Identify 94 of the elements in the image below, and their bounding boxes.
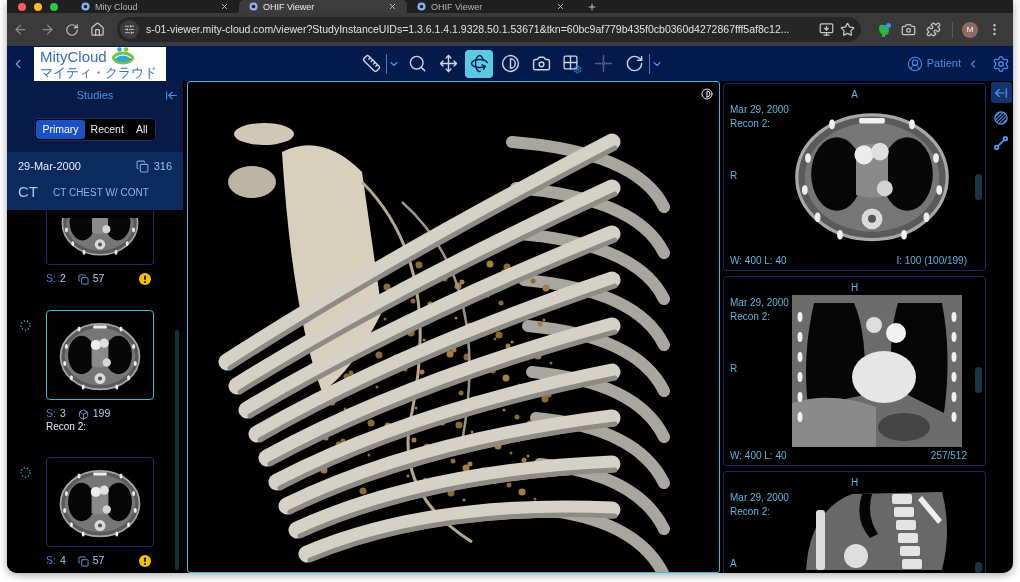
filter-tab[interactable]: Recent: [84, 120, 130, 139]
window-level-overlay: W: 400 L: 40: [730, 255, 787, 267]
study-date-overlay: Mar 29, 2000: [730, 297, 789, 309]
scrollbar[interactable]: [975, 562, 982, 573]
hatched-circle-icon: [994, 110, 1008, 125]
study-date-overlay: Mar 29, 2000: [730, 104, 789, 116]
viewport[interactable]: [187, 81, 720, 573]
series-description-overlay: Recon 2:: [730, 506, 771, 518]
scrollbar[interactable]: [975, 367, 982, 393]
series-thumbnail[interactable]: [46, 310, 154, 400]
contrast-icon[interactable]: [701, 88, 713, 100]
close-window-icon[interactable]: [18, 2, 26, 11]
instances-icon: [135, 159, 149, 173]
profile-avatar[interactable]: M: [962, 21, 978, 38]
series-thumbnail[interactable]: [46, 210, 154, 265]
series-thumbnail[interactable]: [46, 457, 154, 547]
forward-icon[interactable]: [40, 22, 55, 37]
minimize-window-icon[interactable]: [34, 2, 42, 11]
series-description-overlay: Recon 2:: [730, 118, 771, 130]
address-bar[interactable]: s-01-viewer.mity-cloud.com/viewer?StudyInstanceUIDs=1.3.6.1.4.1.9328.50.1.53671&tkn=60bc9af779b435f0cb0360d4272867fff5af8c12...: [117, 17, 861, 42]
logo-text: MityCloud: [40, 47, 107, 65]
series-number: 3: [59, 406, 66, 422]
orientation-marker: H: [850, 477, 859, 489]
favicon-icon: [249, 2, 258, 11]
study-date-overlay: Mar 29, 2000: [730, 492, 789, 504]
orientation-marker: R: [730, 363, 738, 375]
instance-count: 316: [153, 158, 172, 174]
install-app-icon[interactable]: [819, 22, 834, 37]
url-text: s-01-viewer.mity-cloud.com/viewer?StudyInstanceUIDs=1.3.6.1.4.1.9328.50.1.53671&tkn=60bc9af779b435f0cb0360d4272867fff5af8c12...: [146, 21, 790, 37]
study-date: 29-Mar-2000: [18, 158, 81, 174]
user-icon: [906, 55, 923, 72]
back-icon[interactable]: [13, 22, 28, 37]
study-card[interactable]: 29-Mar-2000 316 CT CT CHEST W/ CONT: [7, 152, 183, 210]
logo-tagline: マイティ・クラウド: [40, 65, 158, 80]
close-tab-icon[interactable]: [388, 2, 397, 11]
rotate-3d-icon: [469, 54, 489, 73]
series-number: 4: [59, 553, 66, 569]
image-count: 57: [92, 553, 105, 569]
panel-title: Studies: [76, 87, 114, 103]
site-settings-icon[interactable]: [120, 20, 139, 39]
image-count: 199: [92, 406, 111, 422]
crosshair-icon: [593, 54, 613, 73]
series-number: 2: [59, 271, 66, 287]
arrow-left-to-bar-icon[interactable]: [165, 88, 178, 102]
logo-swirl-icon: [110, 47, 135, 65]
scrollbar[interactable]: [975, 174, 982, 200]
image-count: 57: [92, 271, 105, 287]
camera-icon[interactable]: [901, 22, 916, 37]
reload-icon[interactable]: [65, 22, 79, 37]
scrollbar[interactable]: [175, 330, 179, 570]
orientation-marker: A: [851, 89, 858, 101]
browser-tab[interactable]: Mity Cloud: [71, 0, 239, 13]
orientation-marker: H: [850, 282, 859, 294]
study-description: CT CHEST W/ CONT: [53, 185, 149, 200]
viewport[interactable]: Mar 29, 2000 Recon 2: H A: [723, 471, 986, 573]
settings-icon[interactable]: [992, 54, 1010, 73]
puzzle-icon[interactable]: [926, 22, 941, 37]
window-level-overlay: W: 400 L: 40: [730, 450, 787, 462]
logo[interactable]: MityCloud マイティ・クラウド: [34, 46, 166, 81]
line-tool-icon: [994, 135, 1008, 150]
filter-tab[interactable]: Primary: [36, 120, 85, 139]
filter-tab[interactable]: All: [129, 120, 154, 139]
patient-button[interactable]: Patient: [906, 55, 979, 72]
new-tab-icon[interactable]: [587, 1, 597, 12]
close-tab-icon[interactable]: [220, 2, 229, 11]
panel-toggle-button[interactable]: [990, 82, 1012, 103]
close-tab-icon[interactable]: [556, 2, 565, 11]
rotate-icon: [624, 54, 644, 73]
bookmark-star-icon[interactable]: [840, 22, 855, 37]
rotate-3d-button[interactable]: [465, 49, 493, 78]
series-label: S:: [46, 271, 56, 287]
camera-icon: [531, 54, 551, 73]
maximize-window-icon[interactable]: [50, 2, 58, 11]
series-label: S:: [46, 406, 56, 422]
orientation-marker: R: [730, 170, 738, 182]
extension-icon[interactable]: [876, 21, 892, 38]
image-index-overlay: 257/512: [930, 450, 967, 462]
series-description-overlay: Recon 2:: [730, 311, 771, 323]
contrast-icon: [500, 54, 520, 73]
browser-tab[interactable]: OHIF Viewer: [239, 0, 407, 13]
arrow-left-from-bar-icon: [994, 85, 1008, 100]
series-description: Recon 2:: [46, 421, 88, 433]
browser-tab[interactable]: OHIF Viewer: [407, 0, 575, 13]
viewport[interactable]: Mar 29, 2000 Recon 2: A R W: 400 L: 40 I: 100 (100/199): [723, 83, 986, 271]
orientation-marker: A: [730, 558, 737, 570]
viewport[interactable]: Mar 29, 2000 Recon 2: H R W: 400 L: 40 257/512: [723, 276, 986, 466]
move-icon: [438, 54, 458, 73]
layout-grid-icon: [562, 53, 582, 74]
modality-label: CT: [18, 181, 38, 202]
home-icon[interactable]: [90, 22, 105, 37]
image-index-overlay: I: 100 (100/199): [896, 255, 967, 267]
search-icon: [407, 54, 427, 73]
series-label: S:: [46, 553, 56, 569]
ruler-icon: [361, 54, 381, 73]
